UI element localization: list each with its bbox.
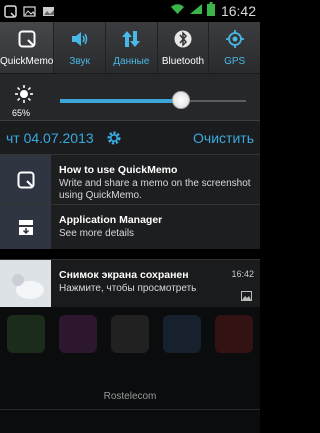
notification-text: Write and share a memo on the screenshot… bbox=[59, 178, 251, 201]
notification-text: See more details bbox=[59, 228, 135, 239]
quick-settings-bar: QuickMemo Звук Данные Bluetooth GPS bbox=[0, 22, 260, 74]
notification-title: Снимок экрана сохранен bbox=[59, 269, 189, 281]
app-icon bbox=[215, 315, 253, 353]
notification-time: 16:42 bbox=[231, 269, 254, 279]
clear-notifications-button[interactable]: Очистить bbox=[193, 130, 254, 146]
notification-title: Application Manager bbox=[59, 214, 163, 226]
brightness-slider-fill bbox=[60, 99, 181, 103]
data-toggle[interactable]: Данные bbox=[106, 22, 158, 73]
divider bbox=[0, 409, 260, 410]
status-system-icons: 16:42 bbox=[170, 1, 256, 21]
brightness-slider[interactable] bbox=[60, 91, 246, 109]
quickmemo-icon bbox=[0, 155, 51, 204]
home-app-row bbox=[0, 307, 260, 367]
gps-icon bbox=[225, 28, 245, 50]
quickmemo-status-icon bbox=[4, 4, 17, 18]
sound-toggle[interactable]: Звук bbox=[54, 22, 107, 73]
bluetooth-icon bbox=[174, 28, 192, 50]
date-text[interactable]: чт 04.07.2013 bbox=[6, 130, 94, 146]
carrier-name: Rostelecom bbox=[103, 391, 157, 402]
home-screen-background: Rostelecom bbox=[0, 307, 260, 433]
brightness-icon bbox=[14, 84, 34, 109]
quickmemo-label: QuickMemo bbox=[0, 56, 54, 67]
brightness-row: 65% bbox=[0, 74, 260, 120]
notification-screenshot-saved[interactable]: Снимок экрана сохранен Нажмите, чтобы пр… bbox=[0, 259, 260, 308]
image-icon bbox=[241, 288, 252, 306]
screenshot-thumbnail bbox=[0, 259, 51, 308]
signal-icon bbox=[189, 2, 203, 20]
quickmemo-toggle[interactable]: QuickMemo bbox=[0, 22, 55, 73]
app-icon bbox=[163, 315, 201, 353]
data-arrows-icon bbox=[121, 28, 141, 50]
brightness-slider-thumb[interactable] bbox=[171, 91, 190, 109]
app-manager-icon bbox=[0, 205, 51, 249]
settings-gear-icon[interactable] bbox=[106, 130, 122, 146]
brightness-percent: 65% bbox=[12, 108, 31, 118]
bluetooth-label: Bluetooth bbox=[161, 56, 205, 67]
wifi-icon bbox=[170, 2, 185, 20]
image-status-icon bbox=[42, 5, 55, 18]
volume-icon bbox=[70, 28, 90, 50]
date-row: чт 04.07.2013 Очистить bbox=[0, 120, 260, 154]
gps-label: GPS bbox=[224, 56, 246, 67]
quickmemo-icon bbox=[18, 28, 36, 50]
notification-quickmemo[interactable]: How to use QuickMemo Write and share a m… bbox=[0, 154, 260, 204]
notification-application-manager[interactable]: Application Manager See more details bbox=[0, 204, 260, 249]
status-notification-icons bbox=[4, 4, 55, 18]
bluetooth-toggle[interactable]: Bluetooth bbox=[158, 22, 210, 73]
notification-title: How to use QuickMemo bbox=[59, 164, 178, 176]
notification-text: Нажмите, чтобы просмотреть bbox=[59, 283, 197, 294]
app-icon bbox=[59, 315, 97, 353]
gps-toggle[interactable]: GPS bbox=[209, 22, 260, 73]
app-icon bbox=[111, 315, 149, 353]
app-icon bbox=[7, 315, 45, 353]
data-label: Данные bbox=[113, 56, 150, 67]
battery-icon bbox=[206, 1, 215, 21]
gallery-status-icon bbox=[23, 5, 36, 18]
sound-label: Звук bbox=[69, 56, 90, 67]
status-bar[interactable]: 16:42 bbox=[0, 0, 260, 22]
status-time: 16:42 bbox=[220, 3, 256, 19]
